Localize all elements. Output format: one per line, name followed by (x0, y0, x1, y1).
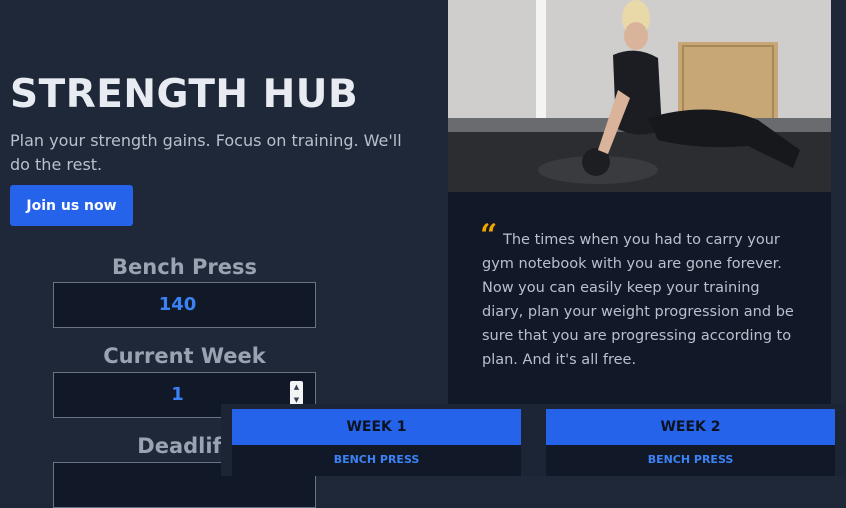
bench-press-input[interactable]: 140 (53, 282, 316, 328)
hero-subtitle: Plan your strength gains. Focus on train… (10, 131, 402, 174)
bench-press-value: 140 (158, 294, 197, 315)
spinner-up-icon[interactable]: ▲ (290, 381, 303, 394)
hero-photo (448, 0, 831, 192)
gym-photo-image (448, 0, 831, 192)
page-title: STRENGTH HUB (10, 72, 359, 117)
join-button[interactable]: Join us now (10, 185, 133, 226)
weeks-section: WEEK 1 BENCH PRESS WEEK 2 BENCH PRESS (221, 404, 846, 476)
exercise-label: BENCH PRESS (647, 453, 734, 466)
bench-press-label: Bench Press (112, 255, 257, 279)
testimonial-text: The times when you had to carry your gym… (482, 232, 794, 368)
testimonial-panel: “ The times when you had to carry your g… (448, 192, 831, 404)
week-card[interactable]: WEEK 1 BENCH PRESS (232, 409, 521, 476)
current-week-label: Current Week (103, 344, 266, 368)
week-title: WEEK 1 (232, 409, 521, 445)
week-title: WEEK 2 (546, 409, 835, 445)
exercise-label: BENCH PRESS (333, 453, 420, 466)
week-card[interactable]: WEEK 2 BENCH PRESS (546, 409, 835, 476)
